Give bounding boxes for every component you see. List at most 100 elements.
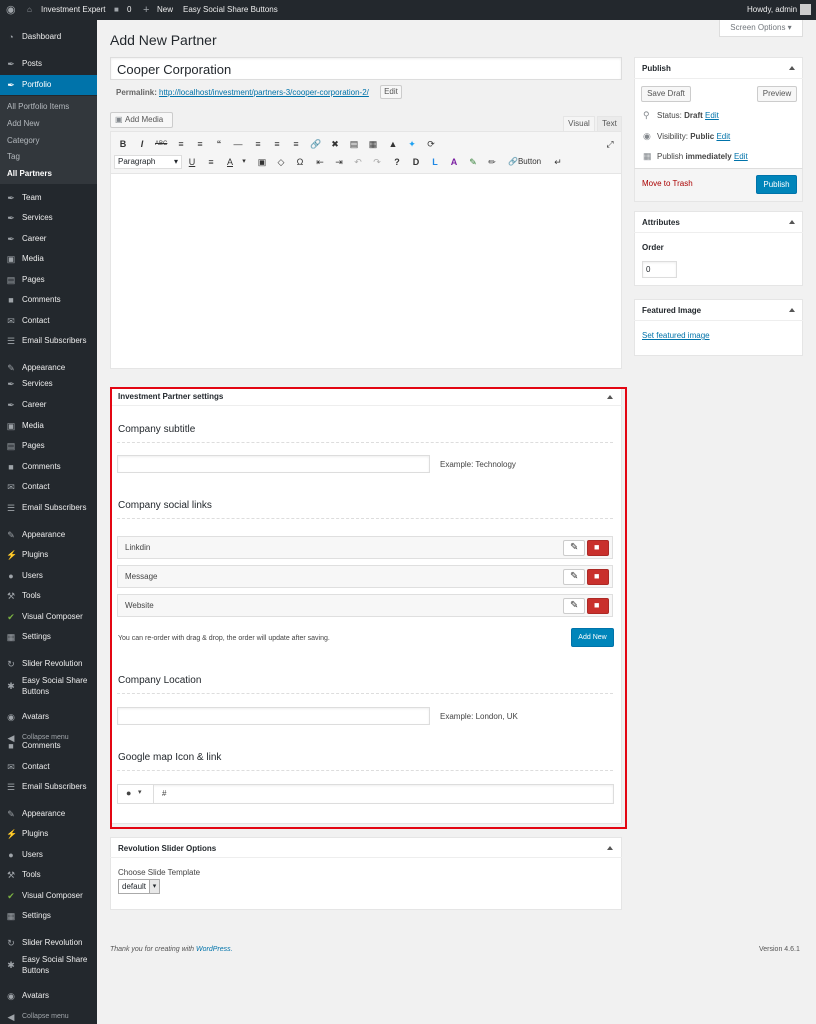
sidebar-item-career[interactable]: ✒ Career: [0, 395, 97, 415]
visibility-edit-link[interactable]: Edit: [716, 132, 730, 141]
outdent-icon[interactable]: ⇤: [314, 156, 326, 168]
sidebar-item-tools[interactable]: ⚒ Tools: [0, 586, 97, 606]
save-draft-button[interactable]: Save Draft: [641, 86, 691, 102]
social-share-link[interactable]: Easy Social Share Buttons: [183, 0, 278, 20]
indent-icon[interactable]: ⇥: [333, 156, 345, 168]
collapse-arrow-icon[interactable]: [789, 66, 795, 70]
sidebar-item-settings[interactable]: ▦ Settings: [0, 627, 97, 647]
publish-button[interactable]: Publish: [756, 175, 797, 194]
numbered-list-icon[interactable]: ≡: [194, 138, 206, 150]
wordpress-link[interactable]: WordPress.: [196, 946, 233, 953]
collapse-arrow-icon[interactable]: [789, 220, 795, 224]
redo-icon[interactable]: ↷: [371, 156, 383, 168]
sidebar-item-visual-composer[interactable]: ✔ Visual Composer: [0, 886, 97, 906]
sidebar-item-slider-revolution[interactable]: ↻ Slider Revolution: [0, 654, 97, 674]
sidebar-item-email-subscribers[interactable]: ☰ Email Subscribers: [0, 777, 97, 797]
sidebar-item-plugins[interactable]: ⚡ Plugins: [0, 545, 97, 565]
sidebar-item-media[interactable]: ▣ Media: [0, 249, 97, 269]
permalink-url[interactable]: http://localhost/investment/partners-3/c…: [159, 88, 369, 97]
italic-icon[interactable]: I: [136, 138, 148, 150]
underline-icon[interactable]: U: [186, 156, 198, 168]
bold-icon[interactable]: B: [117, 138, 129, 150]
align-center-icon[interactable]: ≡: [271, 138, 283, 150]
collapse-arrow-icon[interactable]: [607, 846, 613, 850]
preview-button[interactable]: Preview: [757, 86, 797, 102]
sidebar-item-pages[interactable]: ▤ Pages: [0, 436, 97, 456]
brush-icon[interactable]: ✏: [486, 156, 498, 168]
format-select[interactable]: Paragraph ▾: [114, 155, 182, 169]
return-icon[interactable]: ↵: [552, 156, 564, 168]
tab-text[interactable]: Text: [597, 116, 622, 131]
sidebar-item-users[interactable]: ● Users: [0, 566, 97, 586]
bullet-list-icon[interactable]: ≡: [175, 138, 187, 150]
align-right-icon[interactable]: ≡: [290, 138, 302, 150]
sidebar-item-email-subscribers[interactable]: ☰ Email Subscribers: [0, 498, 97, 518]
new-link[interactable]: New: [157, 0, 173, 20]
font-size-icon[interactable]: A: [448, 156, 460, 168]
sidebar-item-comments[interactable]: ■ Comments: [0, 290, 97, 310]
slide-template-select[interactable]: default ▾: [118, 879, 160, 894]
add-media-button[interactable]: ▣ Add Media: [110, 112, 173, 128]
sidebar-item-email-subscribers[interactable]: ☰ Email Subscribers: [0, 331, 97, 351]
text-color-icon[interactable]: A: [224, 156, 236, 168]
toolbar-toggle-icon[interactable]: ▦: [367, 138, 379, 150]
sidebar-item-appearance[interactable]: ✎ Appearance: [0, 525, 97, 545]
paste-text-icon[interactable]: ▣: [256, 156, 268, 168]
permalink-edit-button[interactable]: Edit: [380, 85, 402, 99]
shortcode-button[interactable]: 🔗Button: [508, 156, 541, 168]
submenu-item-tag[interactable]: Tag: [7, 152, 20, 162]
post-title-input[interactable]: Cooper Corporation: [110, 57, 622, 80]
sidebar-item-portfolio[interactable]: ✒ Portfolio: [0, 75, 97, 95]
sidebar-item-posts[interactable]: ✒ Posts: [0, 54, 97, 74]
refresh-icon[interactable]: ⟳: [425, 138, 437, 150]
howdy-link[interactable]: Howdy, admin: [747, 0, 797, 20]
submenu-item-all-portfolio-items[interactable]: All Portfolio Items: [7, 102, 69, 112]
horizontal-rule-icon[interactable]: —: [232, 138, 244, 150]
sidebar-item-settings[interactable]: ▦ Settings: [0, 906, 97, 926]
collapse-arrow-icon[interactable]: [789, 308, 795, 312]
sidebar-item-plugins[interactable]: ⚡ Plugins: [0, 824, 97, 844]
sidebar-item-tools[interactable]: ⚒ Tools: [0, 865, 97, 885]
sidebar-item-dashboard[interactable]: ◔ Dashboard: [0, 27, 97, 47]
link-icon[interactable]: 🔗: [310, 138, 322, 150]
l-icon[interactable]: L: [429, 156, 441, 168]
sidebar-item-visual-composer[interactable]: ✔ Visual Composer: [0, 607, 97, 627]
order-input[interactable]: 0: [642, 261, 677, 278]
sidebar-item-pages[interactable]: ▤ Pages: [0, 270, 97, 290]
comment-icon[interactable]: ■: [114, 0, 119, 20]
justify-icon[interactable]: ≡: [205, 156, 217, 168]
clear-formatting-icon[interactable]: ◇: [275, 156, 287, 168]
highlight-icon[interactable]: ✎: [467, 156, 479, 168]
submenu-item-add-new[interactable]: Add New: [7, 119, 39, 129]
help-icon[interactable]: ?: [391, 156, 403, 168]
avatar[interactable]: [800, 4, 811, 15]
sidebar-item-contact[interactable]: ✉ Contact: [0, 757, 97, 777]
comments-count[interactable]: 0: [127, 0, 131, 20]
wordpress-logo-icon[interactable]: ◉: [6, 0, 16, 20]
sidebar-item-appearance[interactable]: ✎ Appearance: [0, 804, 97, 824]
text-color-dropdown-icon[interactable]: ▾: [238, 156, 250, 168]
sidebar-item-easy-social-share[interactable]: ✱ Easy Social Share Buttons: [0, 673, 97, 699]
blockquote-icon[interactable]: “: [213, 138, 225, 150]
fullscreen-icon[interactable]: ⤢: [604, 138, 616, 150]
hat-icon[interactable]: ▲: [387, 138, 399, 150]
read-more-icon[interactable]: ▤: [348, 138, 360, 150]
submenu-item-category[interactable]: Category: [7, 136, 39, 146]
sidebar-item-contact[interactable]: ✉ Contact: [0, 477, 97, 497]
sidebar-item-comments[interactable]: ■ Comments: [0, 457, 97, 477]
tab-visual[interactable]: Visual: [563, 116, 595, 131]
set-featured-image-link[interactable]: Set featured image: [642, 331, 710, 340]
strikethrough-icon[interactable]: ABC: [155, 138, 167, 150]
sidebar-item-avatars[interactable]: ◉ Avatars: [0, 986, 97, 1006]
sidebar-item-career[interactable]: ✒ Career: [0, 229, 97, 249]
sidebar-item-media[interactable]: ▣ Media: [0, 416, 97, 436]
unlink-icon[interactable]: ✖: [329, 138, 341, 150]
twitter-icon[interactable]: ✦: [406, 138, 418, 150]
undo-icon[interactable]: ↶: [352, 156, 364, 168]
sidebar-item-team[interactable]: ✒ Team: [0, 188, 97, 208]
sidebar-item-easy-social-share[interactable]: ✱ Easy Social Share Buttons: [0, 952, 97, 978]
sidebar-item-comments[interactable]: ■ Comments: [0, 736, 97, 756]
sidebar-item-users[interactable]: ● Users: [0, 845, 97, 865]
sidebar-item-contact[interactable]: ✉ Contact: [0, 311, 97, 331]
sidebar-item-services[interactable]: ✒ Services: [0, 374, 97, 394]
